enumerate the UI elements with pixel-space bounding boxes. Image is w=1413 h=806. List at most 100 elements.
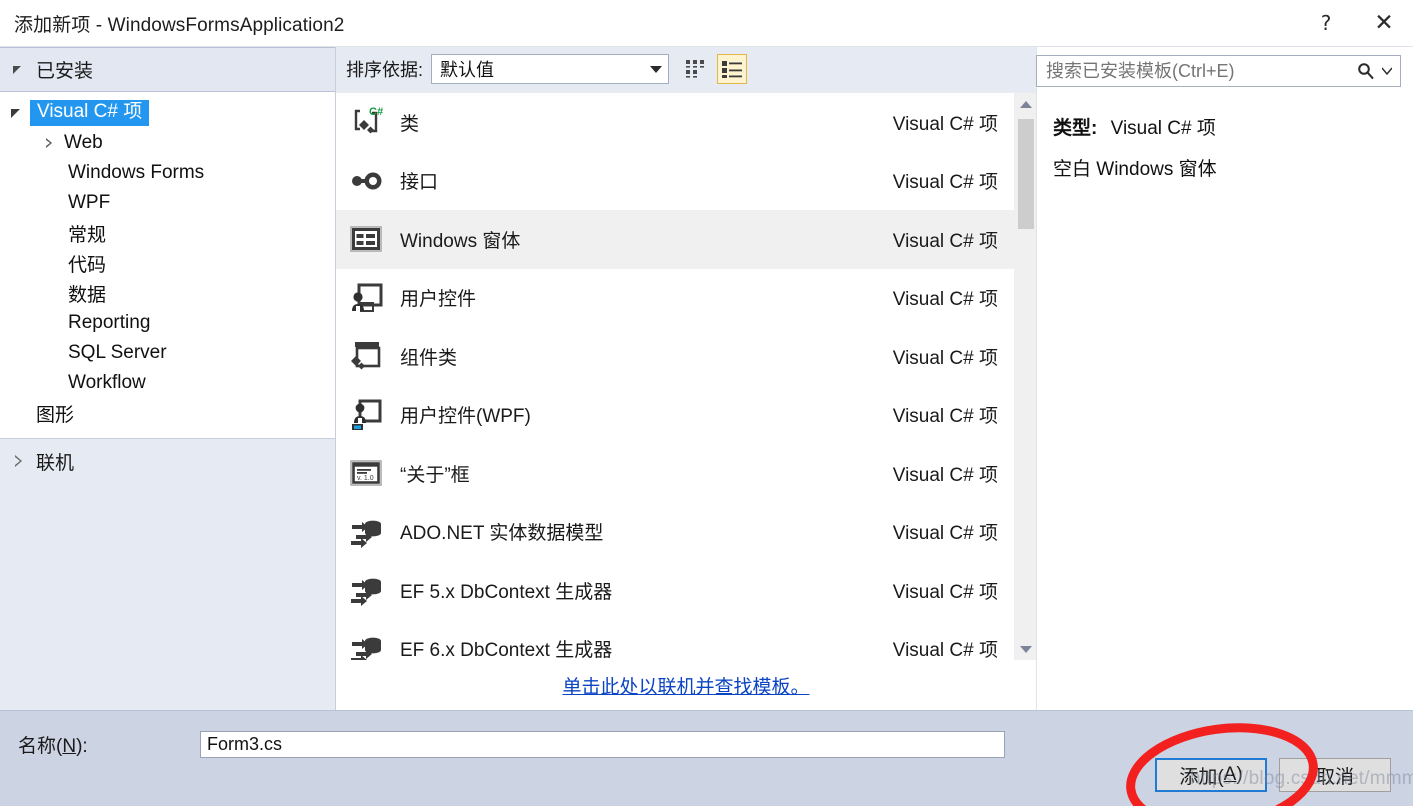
name-label: 名称(N):: [18, 736, 88, 757]
user-control-icon: [346, 278, 386, 318]
template-type: Visual C# 项: [892, 289, 998, 311]
question-mark-icon: ?: [1320, 11, 1332, 35]
detail-type-value: Visual C# 项: [1110, 118, 1216, 139]
dialog-body: 已安装 Visual C# 项 Web Windows Forms WPF 常规…: [0, 46, 1413, 710]
help-button[interactable]: ?: [1297, 0, 1355, 46]
chevron-down-icon: [650, 65, 663, 73]
svg-text:C#: C#: [369, 106, 383, 118]
categories-pane-filler: [0, 483, 335, 710]
online-group-header[interactable]: 联机: [0, 438, 335, 483]
template-row[interactable]: v. 1.0 “关于”框 Visual C# 项: [336, 444, 1014, 503]
tree-item-code[interactable]: 代码: [0, 248, 335, 278]
windows-form-icon: [346, 219, 386, 259]
name-input[interactable]: [200, 731, 1005, 758]
grid-view-button[interactable]: [681, 54, 711, 84]
tree-item-label: WPF: [68, 192, 111, 213]
tree-item-wpf[interactable]: WPF: [0, 188, 335, 218]
tree-item-web[interactable]: Web: [0, 128, 335, 158]
templates-toolbar: 排序依据: 默认值: [336, 47, 1036, 92]
details-pane: 类型: Visual C# 项 空白 Windows 窗体: [1036, 47, 1413, 710]
template-name: 组件类: [400, 347, 458, 369]
template-name: 用户控件: [400, 289, 477, 311]
view-mode-buttons: [681, 54, 748, 84]
tree-item-label: Windows Forms: [68, 162, 205, 183]
tree-item-label: Visual C# 项: [30, 100, 150, 126]
user-control-wpf-icon: [346, 395, 386, 435]
template-name: “关于”框: [400, 464, 470, 486]
scroll-up-button[interactable]: [1015, 93, 1037, 115]
tree-item-sql-server[interactable]: SQL Server: [0, 338, 335, 368]
template-type: Visual C# 项: [892, 172, 998, 194]
templates-list[interactable]: C# 类 Visual C# 项 接口 Visual C# 项 Windows …: [336, 93, 1014, 660]
tree-item-data[interactable]: 数据: [0, 278, 335, 308]
tree-item-label: 图形: [36, 404, 75, 426]
ado-net-entity-icon: [346, 512, 386, 552]
list-view-button[interactable]: [717, 54, 748, 84]
ef-dbcontext-icon: [346, 629, 386, 660]
search-icon[interactable]: [1357, 62, 1382, 80]
title-bar-buttons: ? ✕: [1297, 0, 1413, 46]
sort-by-dropdown[interactable]: 默认值: [431, 54, 670, 84]
window-title: 添加新项 - WindowsFormsApplication2: [14, 14, 345, 36]
sort-by-value: 默认值: [440, 60, 495, 80]
class-icon: C#: [346, 102, 386, 142]
expander-down-icon: [11, 62, 27, 78]
installed-group-header[interactable]: 已安装: [0, 47, 335, 92]
watermark-text: https://blog.csdn.net/mmmjjtt: [1190, 768, 1413, 789]
svg-text:v. 1.0: v. 1.0: [357, 475, 374, 482]
find-templates-online-link[interactable]: 单击此处以联机并查找模板。: [562, 672, 809, 699]
template-row-selected[interactable]: Windows 窗体 Visual C# 项: [336, 210, 1014, 269]
tree-item-label: Workflow: [68, 372, 146, 393]
tree-item-reporting[interactable]: Reporting: [0, 308, 335, 338]
expander-right-icon: [11, 453, 27, 469]
template-row[interactable]: 接口 Visual C# 项: [336, 152, 1014, 211]
expander-right-icon[interactable]: [42, 135, 58, 151]
template-row[interactable]: 用户控件(WPF) Visual C# 项: [336, 386, 1014, 445]
scroll-down-button[interactable]: [1015, 638, 1037, 660]
interface-icon: [346, 161, 386, 201]
close-icon: ✕: [1374, 9, 1394, 36]
template-type: Visual C# 项: [892, 640, 998, 660]
grid-view-icon: [686, 60, 705, 78]
tree-item-general[interactable]: 常规: [0, 218, 335, 248]
template-row[interactable]: ADO.NET 实体数据模型 Visual C# 项: [336, 503, 1014, 562]
tree-item-visual-csharp[interactable]: Visual C# 项: [0, 98, 335, 128]
add-new-item-dialog: 添加新项 - WindowsFormsApplication2 ? ✕ 已安装 …: [0, 0, 1413, 806]
template-row[interactable]: 用户控件 Visual C# 项: [336, 269, 1014, 328]
scrollbar-track[interactable]: [1015, 115, 1037, 638]
chevron-down-icon: [1019, 645, 1032, 653]
template-row[interactable]: C# 类 Visual C# 项: [336, 93, 1014, 152]
about-box-icon: v. 1.0: [346, 453, 386, 493]
tree-item-graphics[interactable]: 图形: [0, 398, 335, 428]
tree-item-windows-forms[interactable]: Windows Forms: [0, 158, 335, 188]
template-type: Visual C# 项: [892, 523, 998, 545]
search-box[interactable]: [1036, 55, 1401, 87]
template-row[interactable]: 组件类 Visual C# 项: [336, 327, 1014, 386]
tree-item-workflow[interactable]: Workflow: [0, 368, 335, 398]
dialog-footer: 名称(N): 添加(A) 取消: [0, 710, 1413, 806]
online-templates-footer: 单击此处以联机并查找模板。: [336, 660, 1036, 710]
list-view-icon: [722, 61, 743, 78]
template-row[interactable]: EF 6.x DbContext 生成器 Visual C# 项: [336, 620, 1014, 660]
template-type: Visual C# 项: [892, 581, 998, 603]
close-button[interactable]: ✕: [1355, 0, 1413, 46]
template-type: Visual C# 项: [892, 406, 998, 428]
scrollbar-thumb[interactable]: [1017, 119, 1034, 229]
detail-type-label: 类型:: [1053, 118, 1098, 139]
expander-down-icon[interactable]: [10, 105, 26, 121]
categories-pane: 已安装 Visual C# 项 Web Windows Forms WPF 常规…: [0, 47, 336, 710]
template-type: Visual C# 项: [892, 230, 998, 252]
tree-item-label: Reporting: [68, 312, 151, 333]
templates-scrollbar[interactable]: [1014, 93, 1036, 660]
template-row[interactable]: EF 5.x DbContext 生成器 Visual C# 项: [336, 561, 1014, 620]
template-type: Visual C# 项: [892, 347, 998, 369]
template-name: EF 6.x DbContext 生成器: [400, 640, 613, 660]
installed-group-label: 已安装: [36, 61, 94, 82]
tree-item-label: SQL Server: [68, 342, 167, 363]
tree-item-label: 常规: [68, 224, 107, 246]
title-bar: 添加新项 - WindowsFormsApplication2 ? ✕: [0, 0, 1413, 46]
search-dropdown-icon[interactable]: [1382, 67, 1400, 75]
tree-item-label: Web: [64, 132, 103, 153]
component-class-icon: [346, 336, 386, 376]
search-input[interactable]: [1037, 57, 1357, 85]
